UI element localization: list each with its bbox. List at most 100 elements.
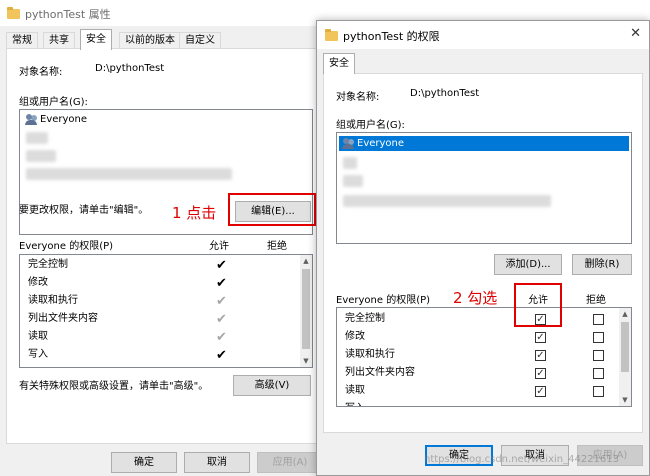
permission-label: 写入: [345, 403, 365, 406]
allow-check-icon: ✔: [216, 294, 227, 309]
annotation-step-1: 1 点击: [172, 204, 217, 222]
permission-row: 列出文件夹内容: [345, 364, 415, 382]
tab-security[interactable]: 安全: [80, 29, 112, 50]
users-icon: [342, 138, 355, 149]
allow-check-icon: ✔: [216, 330, 227, 345]
permission-row: 修改: [28, 274, 48, 292]
permissions-scrollbar[interactable]: ▲ ▼: [619, 308, 631, 406]
advanced-button[interactable]: 高级(V): [233, 375, 311, 396]
permission-label: 读取和执行: [28, 295, 78, 306]
permission-label: 读取: [345, 385, 365, 396]
deny-checkbox[interactable]: [593, 350, 604, 361]
object-name-value: D:\pythonTest: [95, 63, 165, 74]
permissions-header: Everyone 的权限(P): [336, 295, 431, 306]
permission-row: 读取和执行: [345, 346, 395, 364]
permission-label: 写入: [28, 349, 48, 360]
allow-checkbox[interactable]: ✓: [535, 332, 546, 343]
tab-sharing[interactable]: 共享: [43, 32, 75, 49]
annotation-step-2: 2 勾选: [453, 289, 498, 307]
permission-row: 读取: [28, 328, 48, 346]
properties-titlebar[interactable]: pythonTest 属性: [0, 0, 326, 26]
properties-cancel-button[interactable]: 取消: [184, 452, 250, 473]
allow-check-icon: ✔: [216, 276, 227, 291]
permission-label: 读取和执行: [345, 349, 395, 360]
redacted-user: [26, 168, 232, 180]
permissions-list[interactable]: 完全控制 修改 读取和执行 列出文件夹内容 读取 写入 ✔ ✔ ✔ ✔ ✔ ✔ …: [19, 254, 313, 368]
tab-previous-versions[interactable]: 以前的版本: [119, 32, 181, 49]
remove-button[interactable]: 删除(R): [572, 254, 632, 275]
close-icon[interactable]: ✕: [630, 26, 641, 41]
add-button[interactable]: 添加(D)...: [494, 254, 562, 275]
object-name-label: 对象名称:: [336, 92, 380, 103]
properties-ok-button[interactable]: 确定: [111, 452, 177, 473]
permission-label: 列出文件夹内容: [28, 313, 98, 324]
tab-general[interactable]: 常规: [6, 32, 38, 49]
permissions-titlebar[interactable]: pythonTest 的权限 ✕: [317, 21, 649, 49]
folder-icon: [7, 7, 20, 19]
tab-customize[interactable]: 自定义: [179, 32, 221, 49]
group-user-list[interactable]: Everyone: [336, 132, 632, 244]
permission-row: 读取和执行: [28, 292, 78, 310]
permission-rows: 完全控制 修改 读取和执行 列出文件夹内容 读取 写入 ✔ ✔ ✔ ✔ ✔ ✔: [20, 256, 300, 367]
redacted-user: [26, 132, 48, 144]
allow-checkbox[interactable]: ✓: [535, 386, 546, 397]
properties-security-panel: 对象名称: D:\pythonTest 组或用户名(G): Everyone 要…: [6, 48, 320, 444]
permission-label: 修改: [28, 277, 48, 288]
permission-label: 修改: [345, 331, 365, 342]
scroll-thumb[interactable]: [621, 322, 629, 372]
allow-check-icon: ✔: [216, 312, 227, 327]
scroll-thumb[interactable]: [302, 269, 310, 349]
deny-header: 拒绝: [586, 295, 606, 306]
user-name: Everyone: [40, 114, 88, 125]
folder-icon: [325, 29, 338, 41]
permission-row: 读取: [345, 382, 365, 400]
annotation-box-edit: [228, 193, 316, 226]
change-hint: 要更改权限，请单击"编辑"。: [19, 205, 149, 216]
object-name-value: D:\pythonTest: [410, 88, 480, 99]
annotation-box-allow: [514, 283, 562, 327]
permissions-security-panel: 对象名称: D:\pythonTest 组或用户名(G): Everyone 添…: [323, 73, 643, 433]
allow-check-icon: ✔: [216, 348, 227, 363]
permission-row: 完全控制: [345, 310, 385, 328]
user-name: Everyone: [357, 138, 405, 149]
scroll-up-icon[interactable]: ▲: [300, 255, 312, 267]
deny-header: 拒绝: [267, 241, 287, 252]
user-row-everyone[interactable]: Everyone: [22, 112, 310, 127]
users-icon: [25, 114, 38, 125]
permissions-list[interactable]: 完全控制 修改 读取和执行 列出文件夹内容 读取 写入 ✓ ✓ ✓ ✓ ✓ ▲: [336, 307, 632, 407]
permissions-scrollbar[interactable]: ▲ ▼: [300, 255, 312, 367]
group-user-label: 组或用户名(G):: [19, 97, 88, 108]
permission-row: 列出文件夹内容: [28, 310, 98, 328]
group-user-label: 组或用户名(G):: [336, 120, 405, 131]
permission-label: 列出文件夹内容: [345, 367, 415, 378]
permissions-window: pythonTest 的权限 ✕ 安全 对象名称: D:\pythonTest …: [316, 20, 650, 476]
tab-security[interactable]: 安全: [323, 53, 355, 74]
scroll-up-icon[interactable]: ▲: [619, 308, 631, 320]
allow-header: 允许: [209, 241, 229, 252]
scroll-down-icon[interactable]: ▼: [619, 394, 631, 406]
watermark: https://blog.csdn.net/weixin_44221613: [424, 454, 620, 465]
permissions-tabs: 安全: [317, 53, 649, 74]
permission-row: 写入: [28, 346, 48, 364]
redacted-user: [26, 150, 56, 162]
properties-window: pythonTest 属性 常规 共享 安全 以前的版本 自定义 对象名称: D…: [0, 0, 326, 476]
deny-checkbox[interactable]: [593, 332, 604, 343]
permission-label: 读取: [28, 331, 48, 342]
permission-label: 完全控制: [345, 313, 385, 324]
permissions-title: pythonTest 的权限: [343, 30, 440, 43]
deny-checkbox[interactable]: [593, 314, 604, 325]
permission-row: 完全控制: [28, 256, 68, 274]
properties-apply-button[interactable]: 应用(A): [257, 452, 323, 473]
properties-tabs: 常规 共享 安全 以前的版本 自定义: [0, 29, 326, 50]
allow-checkbox[interactable]: ✓: [535, 368, 546, 379]
deny-checkbox[interactable]: [593, 368, 604, 379]
object-name-label: 对象名称:: [19, 67, 63, 78]
redacted-user: [343, 195, 551, 207]
user-row-everyone[interactable]: Everyone: [339, 136, 629, 151]
allow-check-icon: ✔: [216, 258, 227, 273]
deny-checkbox[interactable]: [593, 386, 604, 397]
permission-label: 完全控制: [28, 259, 68, 270]
scroll-down-icon[interactable]: ▼: [300, 355, 312, 367]
allow-checkbox[interactable]: ✓: [535, 350, 546, 361]
permission-row: 写入: [345, 400, 365, 406]
